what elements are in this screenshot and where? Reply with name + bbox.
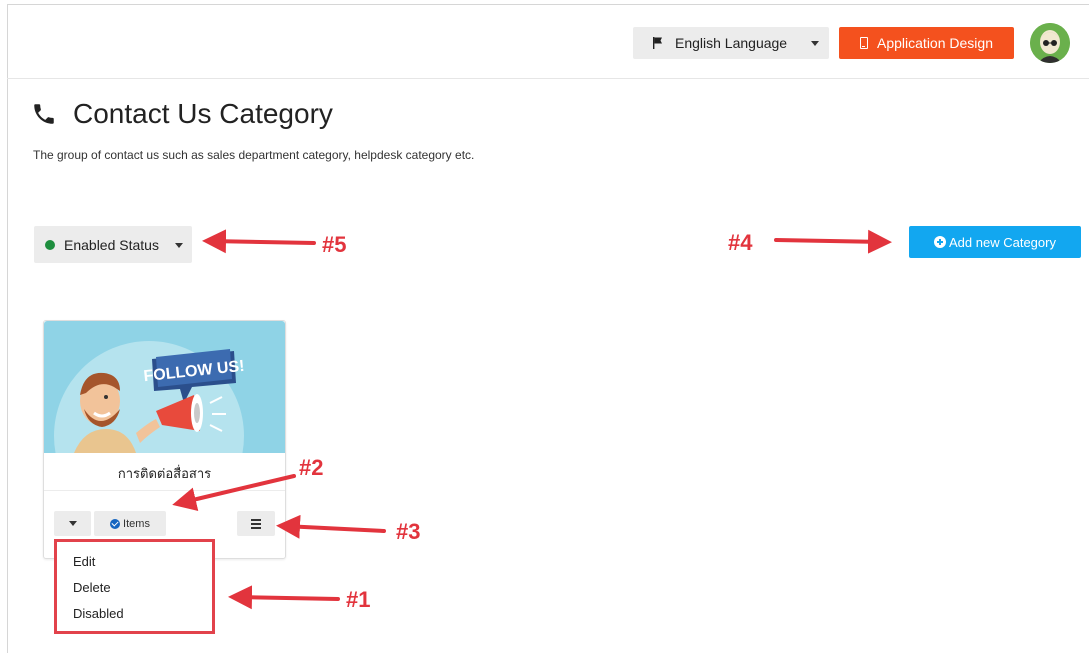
phone-icon	[34, 104, 54, 124]
items-button[interactable]: Items	[94, 511, 166, 536]
card-dropdown-menu: Edit Delete Disabled	[54, 539, 215, 634]
category-image[interactable]: FOLLOW US!	[44, 321, 285, 453]
flag-icon	[653, 37, 662, 49]
card-options-dropdown-button[interactable]	[54, 511, 91, 536]
category-card: FOLLOW US! การติดต่อสื่อสาร Items	[43, 320, 286, 559]
annotation-label-4: #4	[728, 230, 753, 255]
chevron-down-icon	[175, 243, 183, 248]
add-category-label: Add new Category	[949, 234, 1056, 250]
plus-circle-icon	[934, 236, 947, 248]
reorder-handle-button[interactable]	[237, 511, 275, 536]
application-design-label: Application Design	[877, 35, 993, 51]
page-description: The group of contact us such as sales de…	[33, 148, 475, 162]
items-label: Items	[123, 517, 150, 530]
mobile-icon	[860, 37, 869, 49]
menu-icon-bar	[251, 527, 261, 529]
page-title: Contact Us Category	[31, 98, 333, 130]
check-circle-icon	[110, 518, 121, 529]
page-title-text: Contact Us Category	[73, 98, 333, 129]
add-category-button[interactable]: Add new Category	[909, 226, 1081, 258]
application-design-button[interactable]: Application Design	[839, 27, 1014, 59]
menu-item-disabled[interactable]: Disabled	[73, 606, 124, 621]
annotation-label-2: #2	[299, 455, 324, 480]
menu-item-edit[interactable]: Edit	[73, 554, 95, 569]
chevron-down-icon	[811, 41, 819, 46]
menu-icon	[251, 519, 261, 521]
status-filter-dropdown[interactable]: Enabled Status	[34, 226, 192, 263]
menu-item-delete[interactable]: Delete	[73, 580, 111, 595]
language-dropdown[interactable]: English Language	[633, 27, 829, 59]
status-dot-icon	[45, 239, 55, 250]
annotation-label-3: #3	[396, 519, 421, 544]
avatar[interactable]	[1030, 23, 1070, 63]
category-title: การติดต่อสื่อสาร	[117, 466, 212, 481]
card-divider	[44, 490, 285, 491]
annotation-label-5: #5	[322, 232, 347, 257]
status-filter-label: Enabled Status	[64, 236, 159, 253]
chevron-down-icon	[69, 521, 77, 526]
language-label: English Language	[675, 35, 788, 51]
menu-icon-bar	[251, 523, 261, 525]
annotation-label-1: #1	[346, 587, 371, 612]
avatar-face-icon	[1030, 23, 1070, 63]
